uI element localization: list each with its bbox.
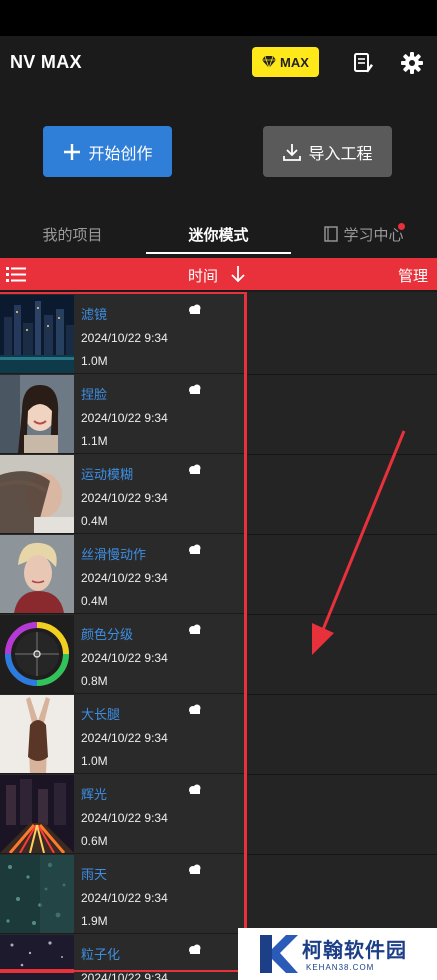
project-thumbnail [0,775,74,853]
document-edit-icon[interactable] [352,52,374,74]
tab-label: 迷你模式 [188,226,249,244]
project-name: 雨天 [81,867,108,882]
project-date: 2024/10/22 9:34 [81,891,168,905]
max-badge-label: MAX [280,54,309,70]
project-thumbnail [0,535,74,613]
project-name: 辉光 [81,787,108,802]
project-size: 0.4M [81,514,108,528]
tab-label: 学习中心 [343,226,404,244]
import-project-label: 导入工程 [308,145,373,163]
diamond-icon [262,56,277,68]
project-size: 0.4M [81,594,108,608]
max-badge-button[interactable]: MAX [252,47,319,77]
list-item[interactable]: 颜色分级 2024/10/22 9:34 0.8M [0,614,245,694]
list-item[interactable]: 雨天 2024/10/22 9:34 1.9M [0,854,245,934]
app-header: NV MAX MAX [0,36,437,96]
cloud-sync-icon [189,864,201,874]
project-thumbnail [0,615,74,693]
project-size: 1.0M [81,354,108,368]
project-thumbnail [0,455,74,533]
cloud-sync-icon [189,464,201,474]
list-item[interactable]: 捏脸 2024/10/22 9:34 1.1M [0,374,245,454]
tab-mini-mode[interactable]: 迷你模式 [146,214,291,254]
project-name: 粒子化 [81,947,121,962]
project-date: 2024/10/22 9:34 [81,731,168,745]
tab-label: 我的项目 [42,226,103,244]
arrow-down-icon[interactable] [230,265,246,283]
import-project-button[interactable]: 导入工程 [263,126,392,177]
project-date: 2024/10/22 9:34 [81,971,168,980]
project-date: 2024/10/22 9:34 [81,571,168,585]
start-create-button[interactable]: 开始创作 [43,126,172,177]
divider [247,694,437,695]
app-title: NV MAX [10,52,82,72]
sort-by-time-button[interactable]: 时间 [188,265,218,286]
project-name: 捏脸 [81,387,108,402]
project-date: 2024/10/22 9:34 [81,411,168,425]
settings-gear-icon[interactable] [401,52,423,74]
watermark-url: KEHAN38.COM [306,963,375,972]
project-size: 1.9M [81,914,108,928]
list-view-icon[interactable] [6,265,26,283]
cloud-sync-icon [189,624,201,634]
project-name: 运动模糊 [81,467,134,482]
start-create-label: 开始创作 [88,145,153,163]
list-item[interactable]: 滤镜 2024/10/22 9:34 1.0M [0,294,245,374]
project-name: 大长腿 [81,707,121,722]
divider [247,374,437,375]
project-thumbnail [0,695,74,773]
watermark-name: 柯翰软件园 [302,940,407,962]
project-date: 2024/10/22 9:34 [81,651,168,665]
highlight-frame-bottom [0,970,247,972]
watermark-logo-icon [260,935,298,973]
list-item[interactable]: 运动模糊 2024/10/22 9:34 0.4M [0,454,245,534]
divider [247,774,437,775]
highlight-frame-right [244,292,247,980]
project-date: 2024/10/22 9:34 [81,331,168,345]
list-item[interactable]: 粒子化 2024/10/22 9:34 [0,934,245,980]
divider [247,854,437,855]
cloud-sync-icon [189,704,201,714]
project-size: 1.1M [81,434,108,448]
cloud-sync-icon [189,944,201,954]
project-size: 1.0M [81,754,108,768]
cloud-sync-icon [189,784,201,794]
plus-icon [64,143,81,160]
tab-my-projects[interactable]: 我的项目 [0,214,145,254]
project-size: 0.6M [81,834,108,848]
book-icon [324,226,339,242]
notification-dot [398,223,405,230]
project-date: 2024/10/22 9:34 [81,491,168,505]
status-bar [0,0,437,36]
tab-learning-center[interactable]: 学习中心 [291,214,437,254]
annotation-arrow-icon [312,430,406,655]
project-thumbnail [0,855,74,933]
list-item[interactable]: 丝滑慢动作 2024/10/22 9:34 0.4M [0,534,245,614]
project-thumbnail [0,295,74,373]
cloud-sync-icon [189,384,201,394]
list-item[interactable]: 辉光 2024/10/22 9:34 0.6M [0,774,245,854]
watermark: 柯翰软件园 KEHAN38.COM [238,928,437,980]
highlight-frame-top [0,292,247,294]
project-name: 颜色分级 [81,627,134,642]
download-icon [283,143,302,161]
cloud-sync-icon [189,544,201,554]
project-name: 滤镜 [81,307,108,322]
project-thumbnail [0,375,74,453]
manage-button[interactable]: 管理 [398,265,428,286]
project-size: 0.8M [81,674,108,688]
tab-bar: 我的项目 迷你模式 学习中心 [0,214,437,254]
active-tab-indicator [146,252,291,254]
project-thumbnail [0,935,74,980]
project-name: 丝滑慢动作 [81,547,147,562]
list-item[interactable]: 大长腿 2024/10/22 9:34 1.0M [0,694,245,774]
list-toolbar: 时间 管理 [0,258,437,290]
project-date: 2024/10/22 9:34 [81,811,168,825]
cloud-sync-icon [189,304,201,314]
